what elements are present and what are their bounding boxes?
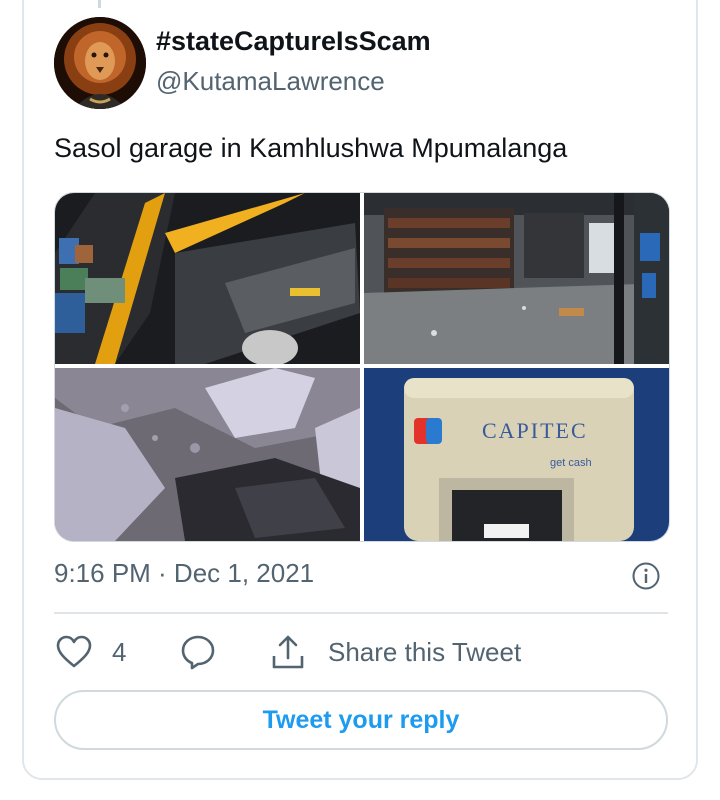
atm-brand-text: CAPITEC (482, 418, 588, 443)
user-handle[interactable]: @KutamaLawrence (156, 66, 385, 97)
photo-broken-display-case[interactable] (55, 193, 360, 364)
thread-line (98, 0, 101, 8)
share-upload-icon (272, 635, 304, 669)
photo-looted-shop-interior[interactable] (364, 193, 669, 364)
display-name[interactable]: #stateCaptureIsScam (156, 26, 431, 57)
divider (54, 612, 668, 614)
like-button[interactable]: 4 (56, 632, 126, 672)
info-icon[interactable] (631, 561, 661, 591)
atm-tagline-text: get cash (550, 457, 592, 469)
media-grid: CAPITEC get cash (54, 192, 670, 542)
tweet-timestamp[interactable]: 9:16 PM · Dec 1, 2021 (54, 558, 314, 589)
like-count: 4 (112, 636, 127, 667)
reply-button[interactable] (180, 632, 216, 672)
photo-capitec-atm[interactable]: CAPITEC get cash (364, 368, 669, 541)
tweet-text: Sasol garage in Kamhlushwa Mpumalanga (54, 133, 568, 163)
share-label: Share this Tweet (328, 636, 522, 667)
share-button[interactable]: Share this Tweet (270, 632, 521, 672)
photo-broken-concrete-debris[interactable] (55, 368, 360, 541)
reply-bubble-icon (181, 635, 215, 670)
avatar[interactable] (54, 17, 146, 109)
heart-icon (56, 635, 92, 668)
reply-input-button[interactable]: Tweet your reply (54, 690, 668, 750)
avatar-lion-image (54, 17, 146, 109)
